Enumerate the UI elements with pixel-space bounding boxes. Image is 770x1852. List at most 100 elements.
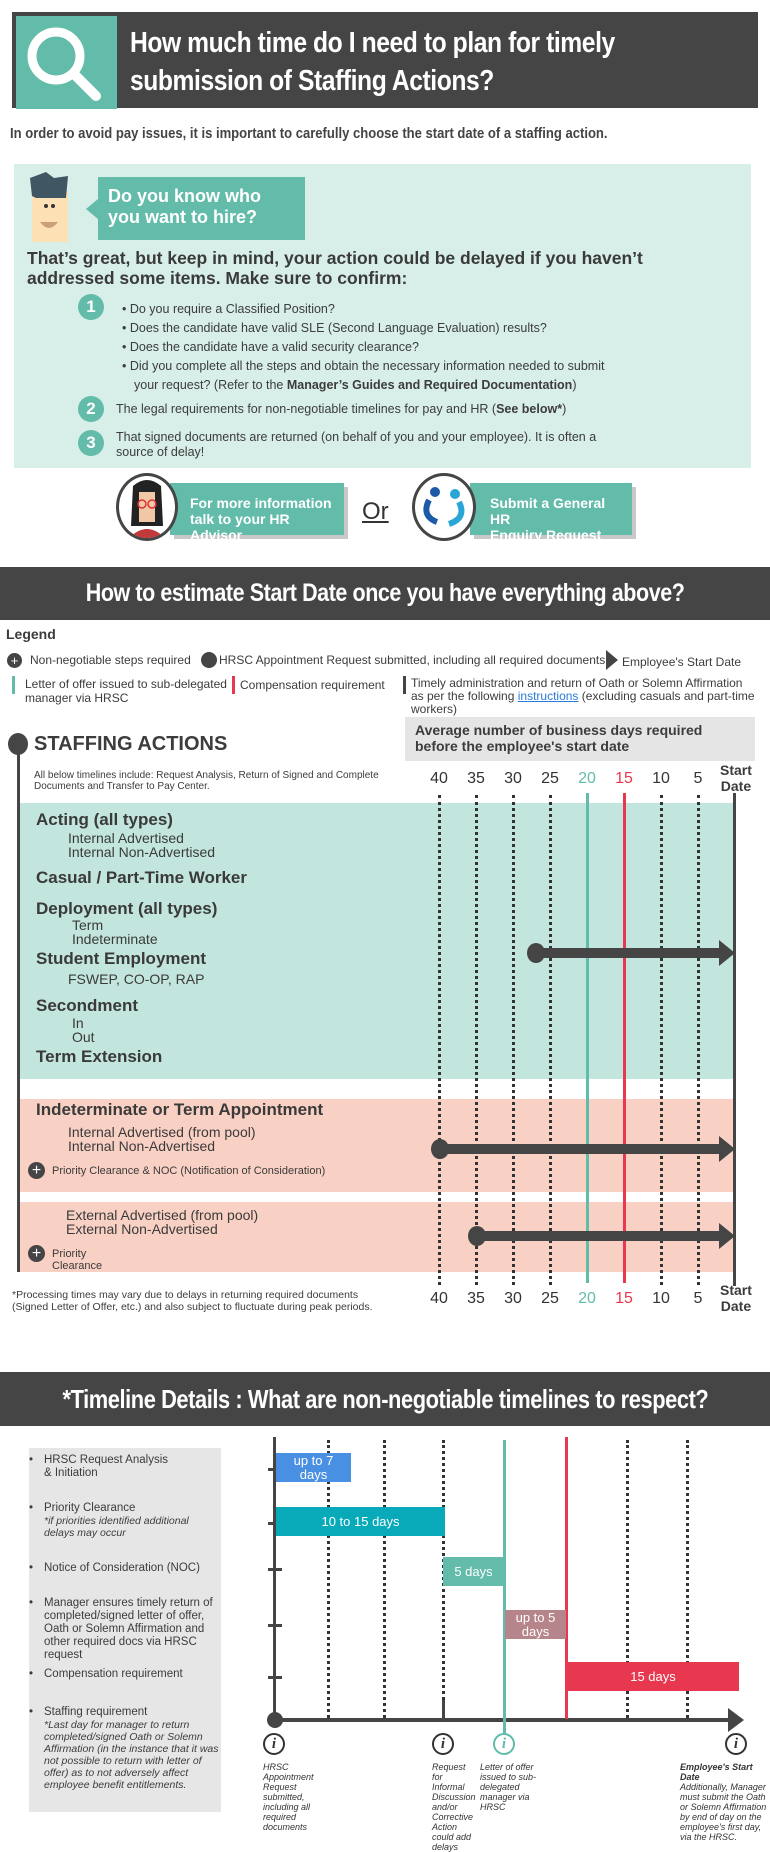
- item2-text: The legal requirements for non-negotiabl…: [116, 402, 567, 416]
- duration-bar: 5 days: [443, 1557, 504, 1586]
- bubble-line2: you want to hire?: [108, 207, 258, 227]
- acting-title: Acting (all types): [36, 810, 173, 829]
- secondment-title: Secondment: [36, 996, 139, 1015]
- footnote-line2: (Signed Letter of Offer, etc.) and also …: [12, 1301, 373, 1313]
- magnifier-icon: [16, 16, 117, 109]
- step-item: Notice of Consideration (NOC): [29, 1562, 220, 1575]
- gridline-dotted: [475, 795, 478, 1285]
- axis-tick: [442, 1700, 445, 1722]
- list-item: FSWEP, CO-OP, RAP: [68, 971, 205, 987]
- question-bubble: Do you know who you want to hire?: [86, 177, 305, 240]
- gridline-dotted: [549, 795, 552, 1285]
- teal-line-icon: [12, 676, 15, 694]
- step-item: HRSC Request Analysis& Initiation: [29, 1454, 220, 1480]
- plus-circle-icon: +: [7, 653, 22, 668]
- duration-bar: 15 days: [567, 1662, 739, 1691]
- list-item: External Non-Advertised: [66, 1221, 218, 1237]
- axis-tick: [268, 1568, 282, 1571]
- axis-tick-label: 40: [430, 770, 448, 787]
- info-icon[interactable]: i: [432, 1733, 454, 1755]
- timeline-arrow-bar: [535, 948, 722, 958]
- gridline-dotted: [697, 795, 700, 1285]
- legend-circle-label: HRSC Appointment Request submitted, incl…: [219, 653, 606, 667]
- step-item: Manager ensures timely return of complet…: [29, 1597, 220, 1662]
- term-extension-title: Term Extension: [36, 1047, 163, 1066]
- timeline-arrow-bar: [476, 1231, 722, 1241]
- gridline-dotted: [512, 795, 515, 1285]
- hr-advisor-button[interactable]: For more information talk to your HR Advi…: [170, 483, 344, 543]
- axis-tick-label: 40: [430, 1290, 448, 1307]
- info-caption: HRSC Appointment Request submitted, incl…: [263, 1762, 314, 1832]
- step-number-2: 2: [78, 396, 104, 422]
- axis-tick-label: 25: [541, 1290, 559, 1307]
- info-caption: Employee's Start Date Additionally, Manag…: [680, 1762, 767, 1842]
- duration-bar: up to 7 days: [276, 1453, 351, 1482]
- checklist-heading-line2: addressed some items. Make sure to confi…: [27, 268, 408, 288]
- footnote-line1: *Processing times may vary due to delays…: [12, 1289, 359, 1301]
- start-date-arrowhead-icon: [719, 940, 735, 966]
- checklist-panel: Do you know who you want to hire? That’s…: [14, 164, 751, 468]
- list-item: Out: [72, 1029, 95, 1045]
- start-date-arrowhead-icon: [719, 1136, 735, 1162]
- deployment-title: Deployment (all types): [36, 899, 218, 918]
- red-line-icon: [232, 676, 235, 694]
- plus-circle-icon: +: [28, 1245, 45, 1262]
- axis-tick: [268, 1624, 282, 1627]
- dark-line-icon: [403, 676, 406, 694]
- bullet: • Does the candidate have valid SLE (Sec…: [122, 321, 547, 335]
- instructions-link[interactable]: instructions: [518, 689, 579, 703]
- hr-enquiry-logo-icon: [412, 473, 476, 541]
- legend-triangle-label: Employee's Start Date: [622, 655, 742, 669]
- managers-guides-ref: Manager’s Guides and Required Documentat…: [286, 378, 573, 392]
- axis-tick-label: 35: [467, 1290, 485, 1307]
- staffing-actions-title: STAFFING ACTIONS: [34, 733, 228, 755]
- letter-of-offer-line: [586, 793, 589, 1283]
- axis-tick-label: 35: [467, 770, 485, 787]
- step-number-3: 3: [78, 430, 104, 456]
- checklist-heading-line1: That’s great, but keep in mind, your act…: [27, 248, 643, 268]
- plus-note: Priority Clearance: [52, 1248, 103, 1272]
- general-hr-enquiry-button[interactable]: Submit a General HR Enquiry Request: [470, 483, 632, 543]
- casual-title: Casual / Part-Time Worker: [36, 868, 248, 887]
- timeline-start-dot: [267, 1712, 283, 1728]
- axis-tick: [268, 1676, 282, 1679]
- page-title-line2: submission of Staffing Actions?: [130, 65, 494, 97]
- bullet: • Does the candidate have a valid securi…: [122, 340, 419, 354]
- axis-tick-label: 20: [578, 770, 596, 787]
- step-item: Staffing requirement*Last day for manage…: [29, 1706, 220, 1791]
- list-item: Internal Non-Advertised: [68, 844, 216, 860]
- timeline-horizontal-axis: [274, 1718, 730, 1722]
- gridline-dotted: [383, 1440, 386, 1718]
- bubble-line1: Do you know who: [108, 186, 261, 206]
- axis-tick-label: 15: [615, 770, 633, 787]
- start-date-arrowhead-icon: [719, 1223, 735, 1249]
- info-icon[interactable]: i: [493, 1733, 515, 1755]
- info-icon[interactable]: i: [263, 1733, 285, 1755]
- avg-days-box: Average number of business days required…: [405, 717, 755, 761]
- axis-tick-label: 5: [693, 770, 703, 787]
- info-icon[interactable]: i: [725, 1733, 747, 1755]
- student-title: Student Employment: [36, 949, 207, 968]
- estimate-section-header: How to estimate Start Date once you have…: [0, 567, 770, 620]
- plus-note: Priority Clearance & NOC (Notification o…: [52, 1165, 326, 1177]
- list-item: Indeterminate: [72, 931, 158, 947]
- triangle-marker-icon: [606, 650, 618, 670]
- compensation-line: [623, 793, 626, 1283]
- axis-start-date-label: Start Date: [720, 762, 752, 794]
- man-avatar-icon: [28, 172, 72, 247]
- bullet: • Did you complete all the steps and obt…: [122, 359, 605, 373]
- timeline-end-arrow-icon: [728, 1708, 744, 1732]
- list-item: Internal Non-Advertised: [68, 1138, 216, 1154]
- axis-tick-label: 15: [615, 1290, 633, 1307]
- intro-text: In order to avoid pay issues, it is impo…: [10, 126, 608, 142]
- info-caption: Letter of offer issued to sub-delegated …: [480, 1762, 537, 1812]
- legend-plus-label: Non-negotiable steps required: [30, 653, 191, 667]
- bullet-continuation: your request? (Refer to the Manager’s Gu…: [134, 378, 577, 392]
- axis-start-date-label: Start Date: [720, 1282, 752, 1314]
- duration-bar: 10 to 15 days: [276, 1507, 445, 1536]
- request-submitted-dot: [431, 1139, 449, 1159]
- letter-of-offer-line: [503, 1440, 506, 1740]
- hr-advisor-avatar-icon: [116, 473, 178, 541]
- step-item: Compensation requirement: [29, 1668, 220, 1681]
- request-submitted-dot: [468, 1226, 486, 1246]
